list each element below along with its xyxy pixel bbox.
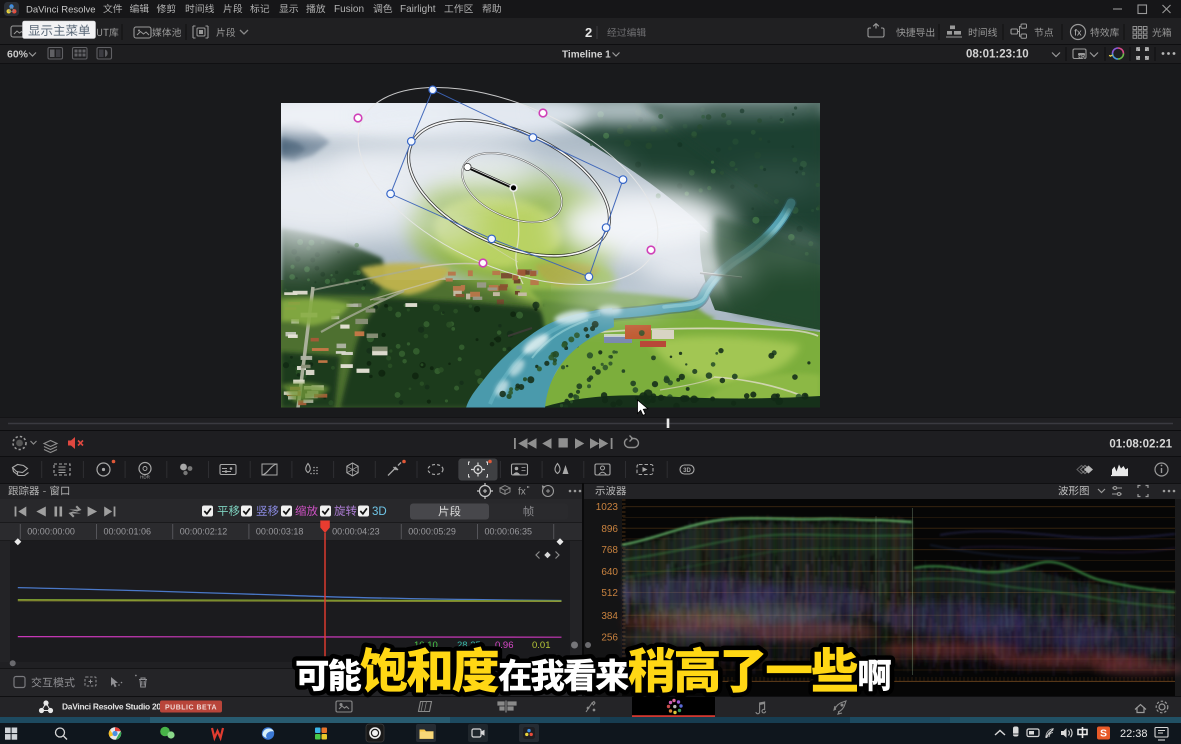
svg-text:3D: 3D	[372, 506, 387, 518]
svg-text:60%: 60%	[7, 49, 29, 61]
svg-text:2: 2	[585, 25, 592, 40]
svg-text:00:00:05:29: 00:00:05:29	[408, 527, 456, 537]
svg-text:DaVinci Resolve: DaVinci Resolve	[26, 4, 96, 15]
svg-text:HDR: HDR	[140, 475, 150, 480]
svg-text:1023: 1023	[596, 502, 619, 513]
svg-text:00:00:03:18: 00:00:03:18	[256, 527, 304, 537]
svg-text:00:00:01:06: 00:00:01:06	[104, 527, 152, 537]
svg-text:00:00:02:12: 00:00:02:12	[180, 527, 228, 537]
svg-text:Fairlight: Fairlight	[400, 4, 436, 15]
svg-text:00:00:04:23: 00:00:04:23	[332, 527, 380, 537]
svg-text:08:01:23:10: 08:01:23:10	[966, 49, 1029, 61]
svg-text:0.01: 0.01	[532, 640, 551, 651]
svg-text:768: 768	[601, 545, 618, 556]
svg-text:PUBLIC BETA: PUBLIC BETA	[165, 705, 217, 712]
svg-text:384: 384	[601, 611, 618, 622]
svg-text:DaVinci Resolve Studio 20: DaVinci Resolve Studio 20	[62, 702, 161, 712]
svg-text:Fusion: Fusion	[334, 4, 364, 15]
svg-text:512: 512	[601, 588, 618, 599]
svg-text:S: S	[1100, 728, 1107, 740]
svg-text:HQ: HQ	[1078, 54, 1085, 59]
svg-text:256: 256	[601, 633, 618, 644]
svg-text:fx: fx	[1074, 28, 1082, 39]
svg-text:fx: fx	[518, 487, 526, 498]
svg-text:00:00:00:00: 00:00:00:00	[27, 527, 75, 537]
svg-text:896: 896	[601, 524, 618, 535]
svg-text:3D: 3D	[683, 468, 691, 474]
svg-text:640: 640	[601, 567, 618, 578]
svg-text:00:00:06:35: 00:00:06:35	[485, 527, 533, 537]
svg-text:22:38: 22:38	[1120, 728, 1148, 740]
svg-text:Timeline 1: Timeline 1	[562, 49, 611, 60]
svg-text:01:08:02:21: 01:08:02:21	[1109, 439, 1172, 451]
